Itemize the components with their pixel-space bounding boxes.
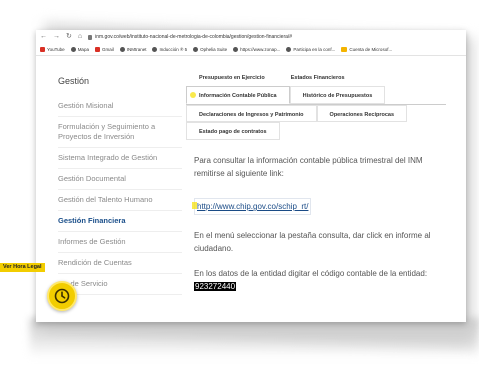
- url-field[interactable]: inm.gov.co/web/instituto-nacional-de-met…: [88, 34, 292, 40]
- sidebar-item-gestion-documental[interactable]: Gestión Documental: [58, 169, 182, 190]
- sidebar: Gestión Gestión Misional Formulación y S…: [58, 70, 182, 322]
- hora-legal-button[interactable]: [47, 281, 77, 311]
- forward-arrow-icon[interactable]: →: [53, 30, 60, 44]
- entity-code: 923272440: [194, 282, 237, 291]
- instructions-paragraph-3: En los datos de la entidad digitar el có…: [194, 267, 444, 293]
- url-text: inm.gov.co/web/instituto-nacional-de-met…: [95, 34, 293, 40]
- folder-icon: [341, 47, 348, 52]
- instructions-paragraph-3-text: En los datos de la entidad digitar el có…: [194, 269, 428, 278]
- tab-declaraciones[interactable]: Declaraciones de Ingresos y Patrimonio: [186, 105, 317, 122]
- address-bar: ← → ↻ ⌂ inm.gov.co/web/instituto-naciona…: [36, 30, 466, 44]
- sidebar-title: Gestión: [58, 76, 90, 86]
- globe-icon: [233, 47, 239, 52]
- sidebar-item-gestion-misional[interactable]: Gestión Misional: [58, 96, 182, 117]
- bookmark-gmail[interactable]: Gmail: [94, 47, 114, 52]
- sidebar-item-gestion-financiera[interactable]: Gestión Financiera: [58, 211, 182, 232]
- gmail-icon: [94, 47, 100, 52]
- hora-legal-label[interactable]: Ver Hora Legal: [0, 263, 45, 272]
- sidebar-item-formulacion[interactable]: Formulación y Seguimiento a Proyectos de…: [58, 117, 182, 148]
- clock-icon: [54, 288, 70, 304]
- tab-bar: Presupuesto en Ejercicio Estados Financi…: [186, 68, 446, 140]
- bookmark-ophelia[interactable]: Ophelia Suite: [193, 47, 227, 52]
- globe-icon: [152, 47, 158, 52]
- bookmark-maps[interactable]: Mapa: [70, 47, 89, 52]
- maps-icon: [70, 47, 76, 52]
- bookmark-induccion[interactable]: Inducción ® 5: [152, 47, 187, 52]
- home-icon[interactable]: ⌂: [78, 30, 82, 44]
- sidebar-item-informes[interactable]: Informes de Gestión: [58, 232, 182, 253]
- tab-presupuesto-ejercicio[interactable]: Presupuesto en Ejercicio: [186, 68, 278, 86]
- shadow-fade: [30, 318, 479, 358]
- tab-content: Para consultar la información contable p…: [191, 154, 444, 305]
- tab-estados-financieros[interactable]: Estados Financieros: [278, 68, 358, 86]
- tab-informacion-contable[interactable]: Información Contable Pública: [186, 86, 290, 104]
- tab-estado-pago-contratos[interactable]: Estado pago de contratos: [186, 122, 280, 140]
- globe-icon: [193, 47, 199, 52]
- bookmark-youtube[interactable]: YouTube: [40, 47, 65, 52]
- globe-icon: [119, 47, 125, 52]
- lock-icon: [88, 34, 93, 40]
- sidebar-item-rendicion[interactable]: Rendición de Cuentas: [58, 253, 182, 274]
- sidebar-item-talento-humano[interactable]: Gestión del Talento Humano: [58, 190, 182, 211]
- back-arrow-icon[interactable]: ←: [40, 30, 47, 44]
- youtube-icon: [40, 47, 45, 52]
- bookmark-zonap[interactable]: https://www.zonap...: [233, 47, 280, 52]
- browser-screenshot: ← → ↻ ⌂ inm.gov.co/web/instituto-naciona…: [36, 30, 466, 322]
- tab-historico-presupuestos[interactable]: Histórico de Presupuestos: [289, 86, 386, 104]
- instructions-paragraph-2: En el menú seleccionar la pestaña consul…: [194, 231, 431, 253]
- reload-icon[interactable]: ↻: [66, 30, 72, 44]
- instructions-paragraph-1: Para consultar la información contable p…: [194, 156, 423, 178]
- bookmarks-bar: YouTube Mapa Gmail INMtranet Inducción ®…: [36, 44, 466, 56]
- bookmark-participa[interactable]: Participa en la conf...: [286, 47, 335, 52]
- chip-link[interactable]: http://www.chip.gov.co/schip_rt/: [191, 198, 312, 215]
- globe-icon: [286, 47, 292, 52]
- bookmark-microsoft[interactable]: Cuenta de Microsof...: [341, 47, 392, 52]
- tab-operaciones-reciprocas[interactable]: Operaciones Recíprocas: [316, 105, 408, 122]
- sidebar-item-sistema-integrado[interactable]: Sistema Integrado de Gestión: [58, 148, 182, 169]
- bookmark-inmtranet[interactable]: INMtranet: [119, 47, 146, 52]
